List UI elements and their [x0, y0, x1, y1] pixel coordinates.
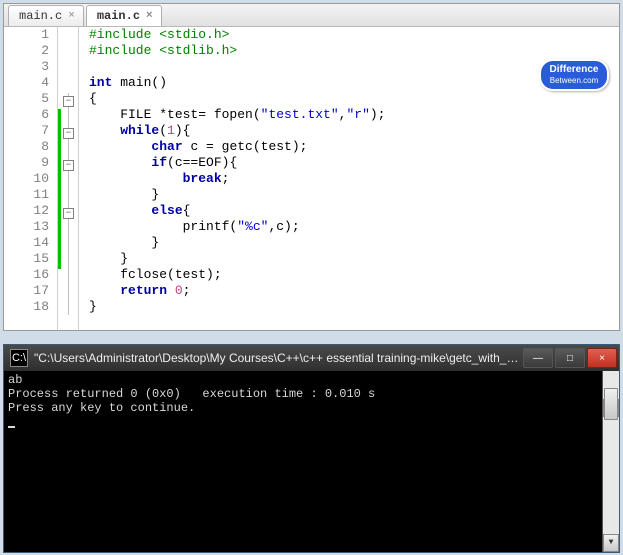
line-number: 10 [4, 171, 49, 187]
fold-toggle[interactable]: − [63, 160, 74, 171]
line-number: 5 [4, 91, 49, 107]
fold-guide-line [68, 93, 69, 315]
maximize-button[interactable]: □ [555, 348, 585, 368]
console-window: C:\ "C:\Users\Administrator\Desktop\My C… [3, 344, 620, 553]
line-number: 8 [4, 139, 49, 155]
cursor [8, 426, 15, 428]
code-line[interactable]: } [89, 235, 619, 251]
code-line[interactable]: #include <stdlib.h> [89, 43, 619, 59]
tab-main-c-2[interactable]: main.c × [86, 5, 162, 26]
line-number: 2 [4, 43, 49, 59]
tab-bar: main.c × main.c × [4, 4, 619, 27]
code-line[interactable]: break; [89, 171, 619, 187]
line-number: 9 [4, 155, 49, 171]
editor-window: main.c× main.c× 123456789101112131415161… [3, 3, 620, 331]
code-line[interactable]: } [89, 299, 619, 315]
fold-gutter: − − − − [58, 27, 79, 330]
line-number: 13 [4, 219, 49, 235]
scroll-down-button[interactable]: ▼ [603, 534, 619, 552]
close-icon[interactable]: × [68, 10, 75, 22]
minimize-button[interactable]: — [523, 348, 553, 368]
code-line[interactable]: FILE *test= fopen("test.txt","r"); [89, 107, 619, 123]
code-line[interactable]: else{ [89, 203, 619, 219]
code-line[interactable]: while(1){ [89, 123, 619, 139]
code-line[interactable]: } [89, 187, 619, 203]
line-number: 4 [4, 75, 49, 91]
tab-label: main.c [19, 9, 62, 23]
tab-main-c-1[interactable]: main.c × [8, 5, 84, 26]
line-number: 7 [4, 123, 49, 139]
line-number: 11 [4, 187, 49, 203]
code-line[interactable]: return 0; [89, 283, 619, 299]
change-marker [58, 109, 61, 269]
scrollbar[interactable]: ▲ ▼ [602, 371, 619, 552]
line-number: 3 [4, 59, 49, 75]
line-number-gutter: 123456789101112131415161718 [4, 27, 58, 330]
console-line: Process returned 0 (0x0) execution time … [8, 387, 375, 401]
console-line: ab [8, 373, 22, 387]
line-number: 15 [4, 251, 49, 267]
line-number: 16 [4, 267, 49, 283]
fold-toggle[interactable]: − [63, 96, 74, 107]
console-titlebar[interactable]: C:\ "C:\Users\Administrator\Desktop\My C… [4, 345, 619, 371]
console-title: "C:\Users\Administrator\Desktop\My Cours… [34, 351, 521, 365]
fold-toggle[interactable]: − [63, 128, 74, 139]
code-line[interactable]: } [89, 251, 619, 267]
code-area[interactable]: #include <stdio.h>#include <stdlib.h>int… [79, 27, 619, 330]
code-line[interactable]: if(c==EOF){ [89, 155, 619, 171]
line-number: 6 [4, 107, 49, 123]
tab-label: main.c [97, 9, 140, 23]
line-number: 12 [4, 203, 49, 219]
fold-toggle[interactable]: − [63, 208, 74, 219]
code-line[interactable]: fclose(test); [89, 267, 619, 283]
line-number: 1 [4, 27, 49, 43]
code-line[interactable]: #include <stdio.h> [89, 27, 619, 43]
line-number: 14 [4, 235, 49, 251]
close-button[interactable]: × [587, 348, 617, 368]
cmd-icon: C:\ [10, 349, 28, 367]
line-number: 18 [4, 299, 49, 315]
console-line: Press any key to continue. [8, 401, 195, 415]
close-icon[interactable]: × [146, 10, 153, 22]
code-line[interactable]: char c = getc(test); [89, 139, 619, 155]
badge-line1: Difference [541, 64, 607, 75]
badge-line2: Between.com [541, 75, 607, 86]
console-output[interactable]: ab Process returned 0 (0x0) execution ti… [4, 371, 619, 552]
watermark-badge: Difference Between.com [539, 59, 609, 91]
line-number: 17 [4, 283, 49, 299]
scroll-thumb[interactable] [604, 388, 618, 420]
code-line[interactable]: { [89, 91, 619, 107]
code-line[interactable]: printf("%c",c); [89, 219, 619, 235]
code-editor[interactable]: 123456789101112131415161718 −−−− #includ… [4, 27, 619, 330]
